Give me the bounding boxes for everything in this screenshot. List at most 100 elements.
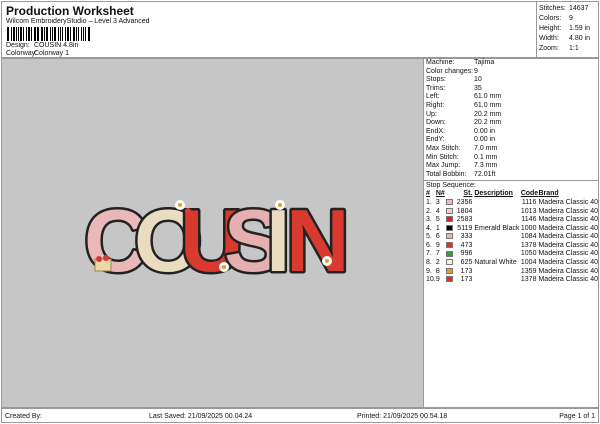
table-row: 2. 4 1804 1013 Madeira Classic 40 bbox=[426, 208, 598, 217]
barcode-bar bbox=[28, 27, 30, 41]
barcode-bar bbox=[30, 27, 32, 41]
needle-number: 8 bbox=[435, 267, 440, 275]
detail-value: 0.00 in bbox=[474, 127, 496, 135]
detail-row: Stops: 10 bbox=[424, 76, 598, 85]
barcode-bar bbox=[67, 27, 69, 41]
stat-row: Stitches: 14637 bbox=[539, 4, 598, 14]
row-index: 8. bbox=[426, 259, 432, 267]
needle-cell: 6 bbox=[436, 233, 455, 242]
thread-code: 1116 bbox=[521, 198, 537, 206]
color-swatch bbox=[445, 250, 453, 257]
stat-value: 1.59 in bbox=[569, 25, 591, 32]
stat-row: Zoom: 1:1 bbox=[539, 44, 598, 54]
detail-value: 72.01ft bbox=[474, 170, 496, 178]
colorway-name: Colorway 1 bbox=[34, 50, 70, 57]
detail-value: 61.0 mm bbox=[474, 93, 502, 101]
design-label: Design: bbox=[6, 42, 30, 49]
detail-value: 7.0 mm bbox=[474, 144, 498, 152]
needle-number: 2 bbox=[435, 259, 440, 267]
detail-label: Down: bbox=[426, 119, 446, 127]
stat-row: Width: 4.80 in bbox=[539, 34, 598, 44]
needle-cell: 1 bbox=[436, 225, 455, 234]
barcode-bar bbox=[72, 27, 75, 41]
stitch-count: 625 bbox=[460, 259, 473, 267]
barcode-bar bbox=[59, 27, 62, 41]
detail-label: Stops: bbox=[426, 76, 446, 84]
needle-number: 3 bbox=[435, 198, 440, 206]
barcode-bar bbox=[18, 27, 20, 41]
table-row: 6. 9 473 1378 Madeira Classic 40 bbox=[426, 242, 598, 251]
barcode-bar bbox=[7, 27, 9, 41]
barcode bbox=[7, 27, 91, 41]
needle-cell: 8 bbox=[436, 268, 455, 277]
needle-number: 7 bbox=[435, 250, 440, 258]
color-swatch bbox=[445, 259, 453, 266]
color-swatch bbox=[445, 216, 453, 223]
description bbox=[474, 242, 520, 251]
description: Emerald Black bbox=[474, 224, 520, 232]
details-panel: Machine: Tajima Color changes: 9 Stops: 10 Tri… bbox=[424, 58, 599, 408]
thread-brand: Madeira Classic 40 bbox=[538, 267, 598, 275]
barcode-bar bbox=[65, 27, 67, 41]
thread-brand: Madeira Classic 40 bbox=[538, 233, 598, 241]
barcode-bar bbox=[69, 27, 71, 41]
needle-number: 6 bbox=[435, 233, 440, 241]
needle-cell: 5 bbox=[436, 216, 455, 225]
detail-row: Color changes: 9 bbox=[424, 68, 598, 77]
row-index: 10. bbox=[426, 276, 436, 284]
needle-cell: 4 bbox=[436, 208, 455, 217]
thread-brand: Madeira Classic 40 bbox=[538, 207, 598, 215]
detail-value: 9 bbox=[474, 67, 478, 75]
barcode-bar bbox=[20, 27, 23, 41]
col-stitches: St. bbox=[463, 190, 473, 198]
stat-label: Width: bbox=[539, 35, 559, 42]
description: Natural White bbox=[474, 259, 517, 267]
table-row: 10. 9 173 1378 Madeira Classic 40 bbox=[426, 276, 598, 285]
stat-row: Height: 1.59 in bbox=[539, 24, 598, 34]
description bbox=[474, 268, 520, 277]
thread-brand: Madeira Classic 40 bbox=[538, 198, 598, 206]
barcode-bar bbox=[26, 27, 28, 41]
detail-label: Total Bobbin: bbox=[426, 170, 467, 178]
detail-row: Left: 61.0 mm bbox=[424, 93, 598, 102]
stitch-count: 173 bbox=[460, 267, 473, 275]
stitch-count: 2583 bbox=[456, 216, 473, 224]
color-swatch bbox=[445, 267, 453, 274]
table-row: 9. 8 173 1359 Madeira Classic 40 bbox=[426, 268, 598, 277]
detail-row: Max Stitch: 7.0 mm bbox=[424, 145, 598, 154]
thread-code: 1378 bbox=[520, 276, 537, 284]
detail-row: Down: 20.2 mm bbox=[424, 119, 598, 128]
stitch-count: 1804 bbox=[456, 207, 473, 215]
created-by: Created By: bbox=[5, 413, 42, 420]
thread-code: 1050 bbox=[520, 250, 537, 258]
embroidery-design: C O U S I N bbox=[82, 189, 353, 293]
description bbox=[474, 250, 520, 259]
stat-label: Colors: bbox=[539, 15, 562, 22]
design-row: Design: COUSIN 4.8in bbox=[6, 42, 78, 49]
col-brand: Brand bbox=[538, 190, 559, 198]
detail-row: Right: 61.0 mm bbox=[424, 102, 598, 111]
machine-details: Machine: Tajima Color changes: 9 Stops: 10 Tri… bbox=[424, 59, 598, 179]
thread-brand: Madeira Classic 40 bbox=[538, 250, 598, 258]
color-swatch bbox=[445, 242, 453, 249]
needle-cell: 2 bbox=[436, 259, 455, 268]
detail-label: Right: bbox=[426, 101, 445, 109]
detail-value: 10 bbox=[474, 76, 482, 84]
detail-label: Max Jump: bbox=[426, 162, 461, 170]
thread-brand: Madeira Classic 40 bbox=[538, 216, 598, 224]
barcode-bar bbox=[75, 27, 77, 41]
thread-brand: Madeira Classic 40 bbox=[538, 224, 598, 232]
color-swatch bbox=[445, 233, 453, 240]
thread-code: 1378 bbox=[520, 241, 537, 249]
stitch-count: 173 bbox=[460, 276, 473, 284]
detail-row: Total Bobbin: 72.01ft bbox=[424, 171, 598, 180]
software-name: Wilcom EmbroideryStudio – Level 3 Advanc… bbox=[6, 18, 150, 25]
stitch-count: 996 bbox=[460, 250, 473, 258]
barcode-bar bbox=[51, 27, 53, 41]
detail-value: 0.00 in bbox=[474, 136, 496, 144]
thread-code: 1084 bbox=[520, 233, 537, 241]
letter-n: N bbox=[286, 191, 350, 290]
detail-value: Tajima bbox=[474, 59, 495, 66]
col-needle: N# bbox=[435, 190, 445, 198]
color-swatch bbox=[445, 224, 453, 231]
